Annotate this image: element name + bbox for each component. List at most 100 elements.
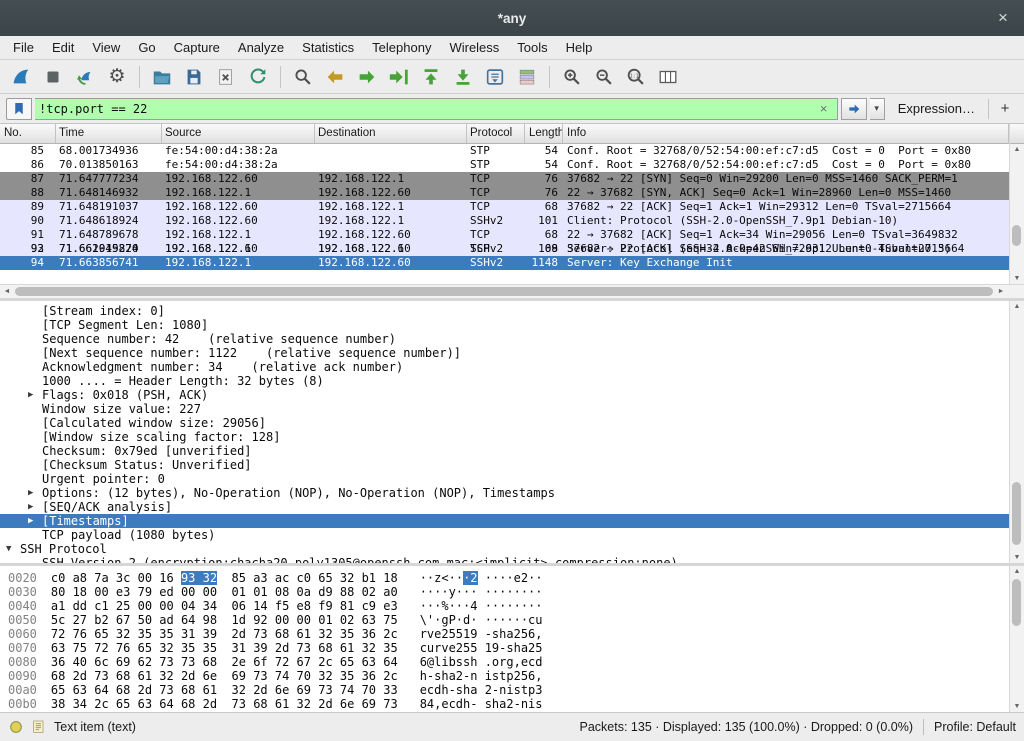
detail-line[interactable]: [Stream index: 0] — [0, 304, 1009, 318]
packet-row[interactable]: 9071.648618924192.168.122.60192.168.122.… — [0, 214, 1009, 228]
packet-row[interactable]: 8771.647777234192.168.122.60192.168.122.… — [0, 172, 1009, 186]
menu-view[interactable]: View — [83, 38, 129, 57]
save-file-button[interactable] — [179, 63, 209, 91]
packet-row[interactable]: 9471.663856741192.168.122.1192.168.122.6… — [0, 256, 1009, 270]
scroll-up-arrow[interactable]: ▲ — [1010, 301, 1024, 312]
filter-bookmark-button[interactable] — [6, 98, 32, 120]
scroll-left-arrow[interactable]: ◄ — [0, 285, 14, 298]
expander-icon[interactable]: ▶ — [28, 388, 42, 402]
ascii-bytes[interactable]: ecdh-sha 2-nistp3 — [420, 683, 543, 697]
start-capture-button[interactable] — [6, 63, 36, 91]
scrollbar-thumb[interactable] — [15, 287, 993, 296]
zoom-out-button[interactable] — [589, 63, 619, 91]
zoom-in-button[interactable] — [557, 63, 587, 91]
column-header-info[interactable]: Info — [563, 124, 1009, 143]
scroll-down-arrow[interactable]: ▼ — [1010, 701, 1024, 712]
go-last-packet-button[interactable] — [448, 63, 478, 91]
go-back-button[interactable] — [320, 63, 350, 91]
detail-line[interactable]: ▶Flags: 0x018 (PSH, ACK) — [0, 388, 1009, 402]
detail-line[interactable]: 1000 .... = Header Length: 32 bytes (8) — [0, 374, 1009, 388]
hex-row[interactable]: 009068 2d 73 68 61 32 2d 6e 69 73 74 70 … — [8, 669, 1009, 683]
menu-edit[interactable]: Edit — [43, 38, 83, 57]
hex-bytes[interactable]: 63 75 72 76 65 32 35 35 31 39 2d 73 68 6… — [51, 641, 398, 655]
scrollbar-thumb[interactable] — [1012, 579, 1021, 626]
column-header-time[interactable]: Time — [56, 124, 162, 143]
ascii-bytes[interactable]: ····y··· ········ — [420, 585, 543, 599]
ascii-bytes[interactable]: \'·gP·d· ······cu — [420, 613, 543, 627]
column-header-protocol[interactable]: Protocol — [467, 124, 525, 143]
hex-row[interactable]: 0040a1 dd c1 25 00 00 04 34 06 14 f5 e8 … — [8, 599, 1009, 613]
hex-pane-scrollbar[interactable]: ▲ ▼ — [1009, 566, 1024, 712]
column-header-source[interactable]: Source — [162, 124, 315, 143]
resize-columns-button[interactable] — [653, 63, 683, 91]
hex-bytes[interactable]: 68 2d 73 68 61 32 2d 6e 69 73 74 70 32 3… — [51, 669, 398, 683]
hex-bytes[interactable]: a1 dd c1 25 00 00 04 34 06 14 f5 e8 f9 8… — [51, 599, 398, 613]
detail-line[interactable]: Urgent pointer: 0 — [0, 472, 1009, 486]
detail-line[interactable]: ▼SSH Protocol — [0, 542, 1009, 556]
packet-row[interactable]: 9371.662015274192.168.122.60192.168.122.… — [0, 242, 1009, 256]
menu-tools[interactable]: Tools — [508, 38, 556, 57]
detail-line[interactable]: Sequence number: 42 (relative sequence n… — [0, 332, 1009, 346]
packet-list-hscrollbar[interactable]: ◄ ► — [0, 284, 1024, 298]
hex-bytes[interactable]: 80 18 00 e3 79 ed 00 00 01 01 08 0a d9 8… — [51, 585, 398, 599]
detail-line[interactable]: [Next sequence number: 1122 (relative se… — [0, 346, 1009, 360]
add-filter-button[interactable]: + — [992, 98, 1018, 120]
menu-analyze[interactable]: Analyze — [229, 38, 293, 57]
zoom-reset-button[interactable]: 1:1 — [621, 63, 651, 91]
close-window-button[interactable]: × — [992, 7, 1014, 29]
profile-selector[interactable]: Profile: Default — [934, 720, 1016, 734]
hex-bytes[interactable]: 72 76 65 32 35 35 31 39 2d 73 68 61 32 3… — [51, 627, 398, 641]
detail-line[interactable]: Acknowledgment number: 34 (relative ack … — [0, 360, 1009, 374]
column-header-destination[interactable]: Destination — [315, 124, 467, 143]
detail-line[interactable]: Checksum: 0x79ed [unverified] — [0, 444, 1009, 458]
expander-icon[interactable]: ▶ — [28, 500, 42, 514]
capture-comment-button[interactable] — [31, 719, 47, 735]
go-forward-button[interactable] — [352, 63, 382, 91]
packet-list-scrollbar[interactable]: ▲ ▼ — [1009, 124, 1024, 284]
hex-row[interactable]: 00b038 34 2c 65 63 64 68 2d 73 68 61 32 … — [8, 697, 1009, 711]
hex-bytes[interactable]: 38 34 2c 65 63 64 68 2d 73 68 61 32 2d 6… — [51, 697, 398, 711]
column-header-length[interactable]: Length — [525, 124, 563, 143]
hex-row[interactable]: 0020c0 a8 7a 3c 00 16 93 32 85 a3 ac c0 … — [8, 571, 1009, 585]
go-first-packet-button[interactable] — [416, 63, 446, 91]
detail-line[interactable]: SSH Version 2 (encryption:chacha20-poly1… — [0, 556, 1009, 563]
column-header-no[interactable]: No. — [0, 124, 56, 143]
capture-options-button[interactable]: ⚙ — [102, 63, 132, 91]
filter-dropdown-button[interactable]: ▾ — [870, 98, 885, 120]
packet-row[interactable]: 9171.648789678192.168.122.1192.168.122.6… — [0, 228, 1009, 242]
scroll-up-arrow[interactable]: ▲ — [1010, 144, 1024, 155]
ascii-bytes[interactable]: curve255 19-sha25 — [420, 641, 543, 655]
stop-capture-button[interactable] — [38, 63, 68, 91]
ascii-bytes[interactable]: 6@libssh .org,ecd — [420, 655, 543, 669]
hex-bytes[interactable]: c0 a8 7a 3c 00 16 93 32 85 a3 ac c0 65 3… — [51, 571, 398, 585]
detail-line[interactable]: [Checksum Status: Unverified] — [0, 458, 1009, 472]
packet-row[interactable]: 8971.648191037192.168.122.60192.168.122.… — [0, 200, 1009, 214]
detail-line[interactable]: TCP payload (1080 bytes) — [0, 528, 1009, 542]
detail-line[interactable]: [Calculated window size: 29056] — [0, 416, 1009, 430]
scroll-up-arrow[interactable]: ▲ — [1010, 566, 1024, 577]
detail-line[interactable]: ▶[SEQ/ACK analysis] — [0, 500, 1009, 514]
display-filter-input[interactable] — [39, 102, 815, 116]
detail-line[interactable]: [Window size scaling factor: 128] — [0, 430, 1009, 444]
find-packet-button[interactable] — [288, 63, 318, 91]
hex-row[interactable]: 008036 40 6c 69 62 73 73 68 2e 6f 72 67 … — [8, 655, 1009, 669]
detail-pane-scrollbar[interactable]: ▲ ▼ — [1009, 301, 1024, 563]
close-file-button[interactable] — [211, 63, 241, 91]
ascii-bytes[interactable]: ···%···4 ········ — [420, 599, 543, 613]
scroll-down-arrow[interactable]: ▼ — [1010, 273, 1024, 284]
packet-row[interactable]: 8871.648146932192.168.122.1192.168.122.6… — [0, 186, 1009, 200]
hex-bytes[interactable]: 36 40 6c 69 62 73 73 68 2e 6f 72 67 2c 6… — [51, 655, 398, 669]
packet-row[interactable]: 8670.013850163fe:54:00:d4:38:2aSTP54Conf… — [0, 158, 1009, 172]
filter-clear-icon[interactable]: × — [815, 101, 833, 116]
expander-icon[interactable]: ▶ — [28, 486, 42, 500]
colorize-packets-button[interactable] — [512, 63, 542, 91]
reload-file-button[interactable] — [243, 63, 273, 91]
menu-capture[interactable]: Capture — [165, 38, 229, 57]
detail-line[interactable]: [TCP Segment Len: 1080] — [0, 318, 1009, 332]
restart-capture-button[interactable] — [70, 63, 100, 91]
filter-apply-button[interactable] — [841, 98, 867, 120]
ascii-bytes[interactable]: rve25519 -sha256, — [420, 627, 543, 641]
auto-scroll-button[interactable] — [480, 63, 510, 91]
detail-line[interactable]: Window size value: 227 — [0, 402, 1009, 416]
scroll-down-arrow[interactable]: ▼ — [1010, 552, 1024, 563]
